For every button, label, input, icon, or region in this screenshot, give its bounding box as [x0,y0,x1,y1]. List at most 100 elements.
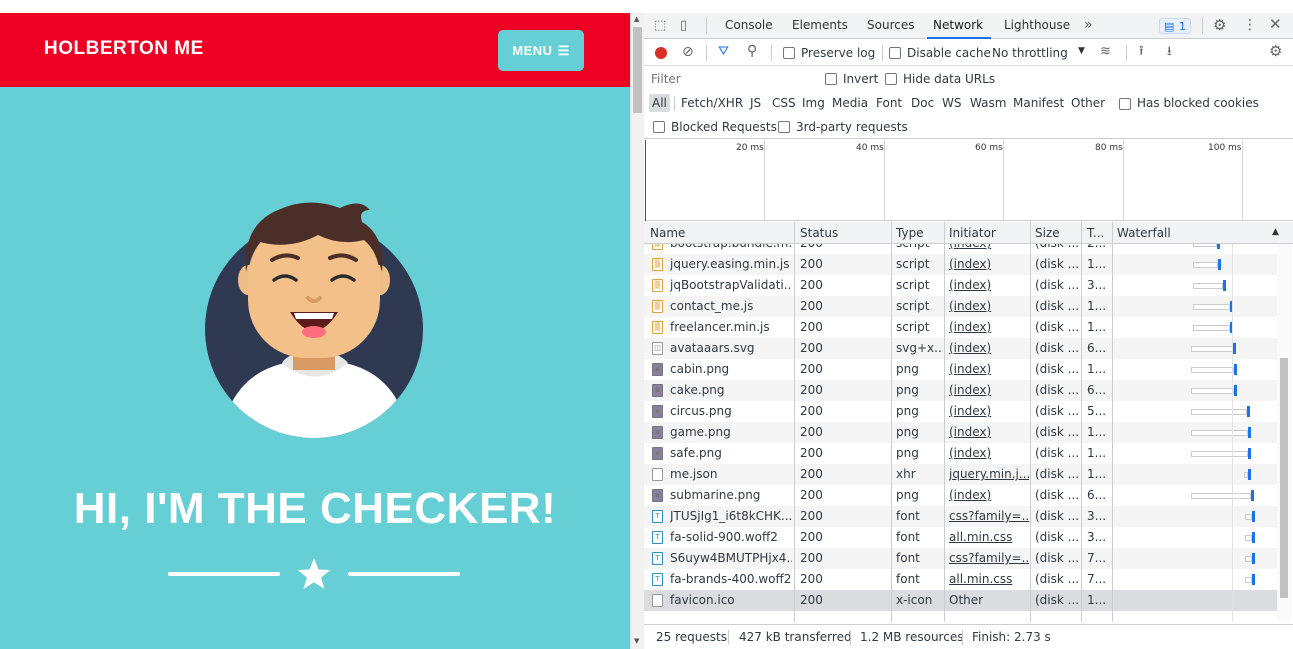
waterfall-bar[interactable] [1190,451,1248,457]
request-initiator[interactable]: (index) [949,488,1029,502]
request-initiator[interactable]: (index) [949,383,1029,397]
preserve-log-checkbox[interactable] [783,47,795,59]
requests-scrollbar[interactable] [1277,244,1291,622]
waterfall-bar[interactable] [1244,514,1252,520]
request-name[interactable]: fa-solid-900.woff2 [670,530,792,544]
waterfall-bar[interactable] [1193,262,1218,268]
col-initiator[interactable]: Initiator [949,226,996,240]
device-toolbar-icon[interactable]: ▯ [680,19,687,32]
more-options-icon[interactable]: ⋮ [1243,18,1257,32]
request-initiator[interactable]: css?family=... [949,509,1029,523]
waterfall-bar[interactable] [1244,535,1252,541]
table-row[interactable]: ▒ freelancer.min.js 200 script (index) (disk … [644,317,1277,338]
table-row[interactable]: T S6uyw4BMUTPHjx4... 200 font css?family=...… [644,548,1277,569]
type-filter-wasm[interactable]: Wasm [970,96,1006,110]
request-name[interactable]: safe.png [670,446,792,460]
type-filter-font[interactable]: Font [876,96,902,110]
brand-logo[interactable]: HOLBERTON ME [44,38,204,60]
tab-elements[interactable]: Elements [792,18,848,32]
waterfall-bar[interactable] [1193,325,1231,331]
record-icon[interactable] [655,47,667,59]
request-initiator[interactable]: (index) [949,257,1029,271]
col-status[interactable]: Status [800,226,838,240]
filter-funnel-icon[interactable]: ⛛ [718,45,729,58]
request-name[interactable]: cake.png [670,383,792,397]
request-initiator[interactable]: (index) [949,362,1029,376]
request-name[interactable]: favicon.ico [670,593,792,607]
table-row[interactable]: T JTUSjIg1_i6t8kCHK... 200 font css?family=.… [644,506,1277,527]
table-row[interactable]: ▪ cake.png 200 png (index) (disk ... 6... [644,380,1277,401]
close-devtools-icon[interactable]: ✕ [1269,17,1282,32]
request-initiator[interactable]: (index) [949,446,1029,460]
request-name[interactable]: circus.png [670,404,792,418]
scroll-down-arrow-icon[interactable]: ▼ [634,637,639,645]
network-conditions-icon[interactable]: ≋ [1100,45,1111,58]
inspect-element-icon[interactable]: ⬚ [654,19,666,32]
throttling-dropdown-icon[interactable]: ▼ [1078,47,1085,56]
table-row[interactable]: me.json 200 xhr jquery.min.j... (disk ... 1..… [644,464,1277,485]
table-row[interactable]: Tfa-brands-400.woff2 200 font all.min.css (d… [644,569,1277,590]
sort-ascending-icon[interactable]: ▲ [1272,228,1279,237]
request-name[interactable]: cabin.png [670,362,792,376]
type-filter-media[interactable]: Media [832,96,868,110]
waterfall-bar[interactable] [1193,283,1224,289]
tab-network[interactable]: Network [933,18,983,32]
waterfall-bar[interactable] [1190,367,1235,373]
table-row[interactable]: ◫ avataaars.svg 200 svg+x... (index) (disk ..… [644,338,1277,359]
filter-input[interactable] [647,69,813,89]
table-row[interactable]: ▒ jqBootstrapValidati... 200 script (index) (… [644,275,1277,296]
table-row[interactable]: ▒ jquery.easing.min.js 200 script (index) (di… [644,254,1277,275]
request-initiator[interactable]: (index) [949,341,1029,355]
has-blocked-cookies-checkbox[interactable] [1119,98,1131,110]
type-filter-fetch-xhr[interactable]: Fetch/XHR [681,96,743,110]
col-time[interactable]: T... [1087,226,1104,240]
request-initiator[interactable]: (index) [949,278,1029,292]
col-type[interactable]: Type [896,226,924,240]
table-row[interactable]: favicon.ico 200 x-icon Other (disk ... 1... [644,590,1277,611]
table-row[interactable]: ▒ contact_me.js 200 script (index) (disk ... 1… [644,296,1277,317]
type-filter-other[interactable]: Other [1071,96,1105,110]
request-name[interactable]: fa-brands-400.woff2 [670,572,792,586]
type-filter-css[interactable]: CSS [772,96,796,110]
hide-data-urls-checkbox[interactable] [885,73,897,85]
request-initiator[interactable]: jquery.min.j... [949,467,1029,481]
request-name[interactable]: jqBootstrapValidati... [670,278,792,292]
issues-badge[interactable]: ▤ 1 [1159,18,1191,34]
website-scrollbar[interactable]: ▲ ▼ [630,13,644,649]
request-name[interactable]: S6uyw4BMUTPHjx4... [670,551,792,565]
request-initiator[interactable]: css?family=... [949,551,1029,565]
col-size[interactable]: Size [1035,226,1060,240]
more-tabs-icon[interactable]: » [1084,18,1093,32]
waterfall-bar[interactable] [1193,304,1231,310]
type-filter-img[interactable]: Img [802,96,825,110]
request-initiator[interactable]: all.min.css [949,572,1029,586]
col-waterfall[interactable]: Waterfall [1117,226,1171,240]
menu-button[interactable]: MENU ☰ [498,30,584,71]
table-row[interactable]: ▒ bootstrap.bundle.m... 200 script (index) (d… [644,244,1277,254]
tab-sources[interactable]: Sources [867,18,914,32]
request-name[interactable]: freelancer.min.js [670,320,792,334]
disable-cache-checkbox[interactable] [889,47,901,59]
waterfall-bar[interactable] [1190,430,1248,436]
request-name[interactable]: jquery.easing.min.js [670,257,792,271]
type-filter-manifest[interactable]: Manifest [1013,96,1064,110]
settings-gear-icon[interactable]: ⚙ [1213,18,1226,33]
table-row[interactable]: ▪ cabin.png 200 png (index) (disk ... 1... [644,359,1277,380]
requests-scroll-thumb[interactable] [1280,358,1288,598]
table-row[interactable]: ▪ safe.png 200 png (index) (disk ... 1... [644,443,1277,464]
request-name[interactable]: contact_me.js [670,299,792,313]
table-row[interactable]: ▪ circus.png 200 png (index) (disk ... 5... [644,401,1277,422]
import-har-icon[interactable]: ⭱ [1139,45,1144,58]
waterfall-bar[interactable] [1190,346,1233,352]
request-initiator[interactable]: all.min.css [949,530,1029,544]
waterfall-bar[interactable] [1190,493,1251,499]
waterfall-bar[interactable] [1244,556,1252,562]
scroll-up-arrow-icon[interactable]: ▲ [634,15,639,23]
request-initiator[interactable]: (index) [949,244,1029,250]
clear-icon[interactable]: ⊘ [682,45,694,59]
request-name[interactable]: bootstrap.bundle.m... [670,244,792,250]
table-row[interactable]: ▪ submarine.png 200 png (index) (disk ... 6... [644,485,1277,506]
col-name[interactable]: Name [650,226,685,240]
network-settings-gear-icon[interactable]: ⚙ [1269,44,1282,59]
throttling-select[interactable]: No throttling [992,46,1068,60]
